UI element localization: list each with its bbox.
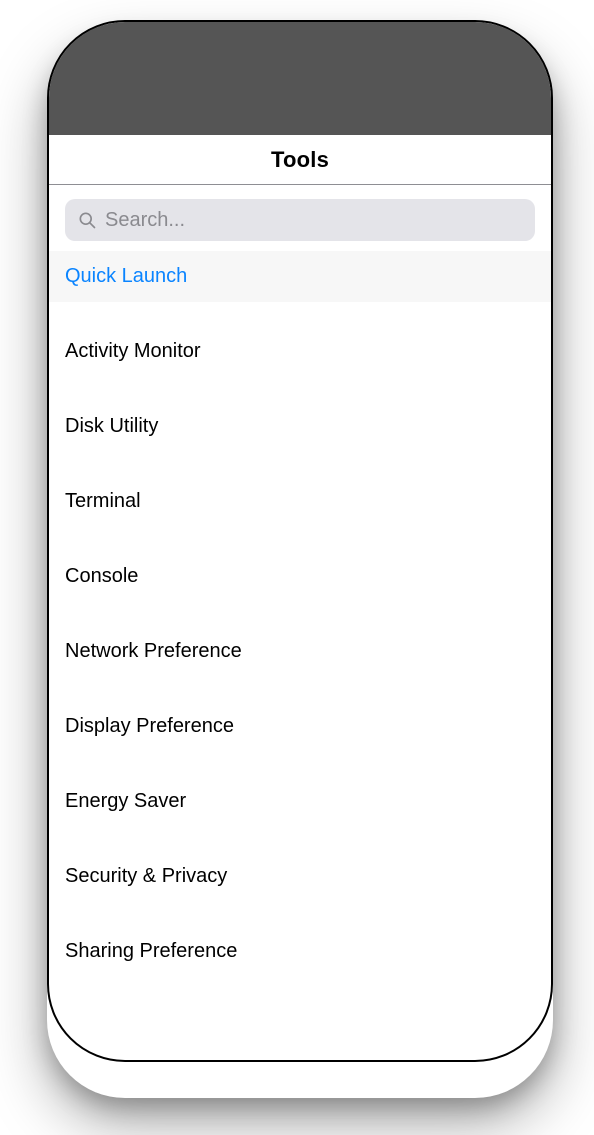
list-item-disk-utility[interactable]: Disk Utility — [49, 401, 551, 452]
search-input[interactable] — [103, 208, 523, 233]
list-item-label: Quick Launch — [65, 265, 187, 287]
list-item-label: Disk Utility — [65, 415, 158, 437]
list-item-terminal[interactable]: Terminal — [49, 476, 551, 527]
list-item-label: Terminal — [65, 490, 141, 512]
list-item-quick-launch[interactable]: Quick Launch — [49, 251, 551, 302]
list-item-sharing-preference[interactable]: Sharing Preference — [49, 926, 551, 977]
list-item-label: Console — [65, 565, 138, 587]
search-icon — [77, 210, 97, 230]
list-item-label: Security & Privacy — [65, 865, 227, 887]
search-container — [49, 185, 551, 251]
list-item-security-privacy[interactable]: Security & Privacy — [49, 851, 551, 902]
list-item-console[interactable]: Console — [49, 551, 551, 602]
list-item-network-preference[interactable]: Network Preference — [49, 626, 551, 677]
list-item-label: Sharing Preference — [65, 940, 237, 962]
nav-bar: Tools — [49, 135, 551, 185]
tools-list: Quick Launch Activity Monitor Disk Utili… — [49, 251, 551, 977]
list-item-energy-saver[interactable]: Energy Saver — [49, 776, 551, 827]
list-item-label: Network Preference — [65, 640, 242, 662]
app-stage: Tools Quick Launch Activity Monitor Disk… — [0, 0, 594, 1135]
list-item-activity-monitor[interactable]: Activity Monitor — [49, 326, 551, 377]
list-item-label: Energy Saver — [65, 790, 186, 812]
page-title: Tools — [271, 147, 329, 173]
list-item-label: Activity Monitor — [65, 340, 201, 362]
list-item-label: Display Preference — [65, 715, 234, 737]
search-field[interactable] — [65, 199, 535, 241]
device-status-area — [49, 22, 551, 135]
device-frame: Tools Quick Launch Activity Monitor Disk… — [47, 20, 553, 1062]
list-item-display-preference[interactable]: Display Preference — [49, 701, 551, 752]
